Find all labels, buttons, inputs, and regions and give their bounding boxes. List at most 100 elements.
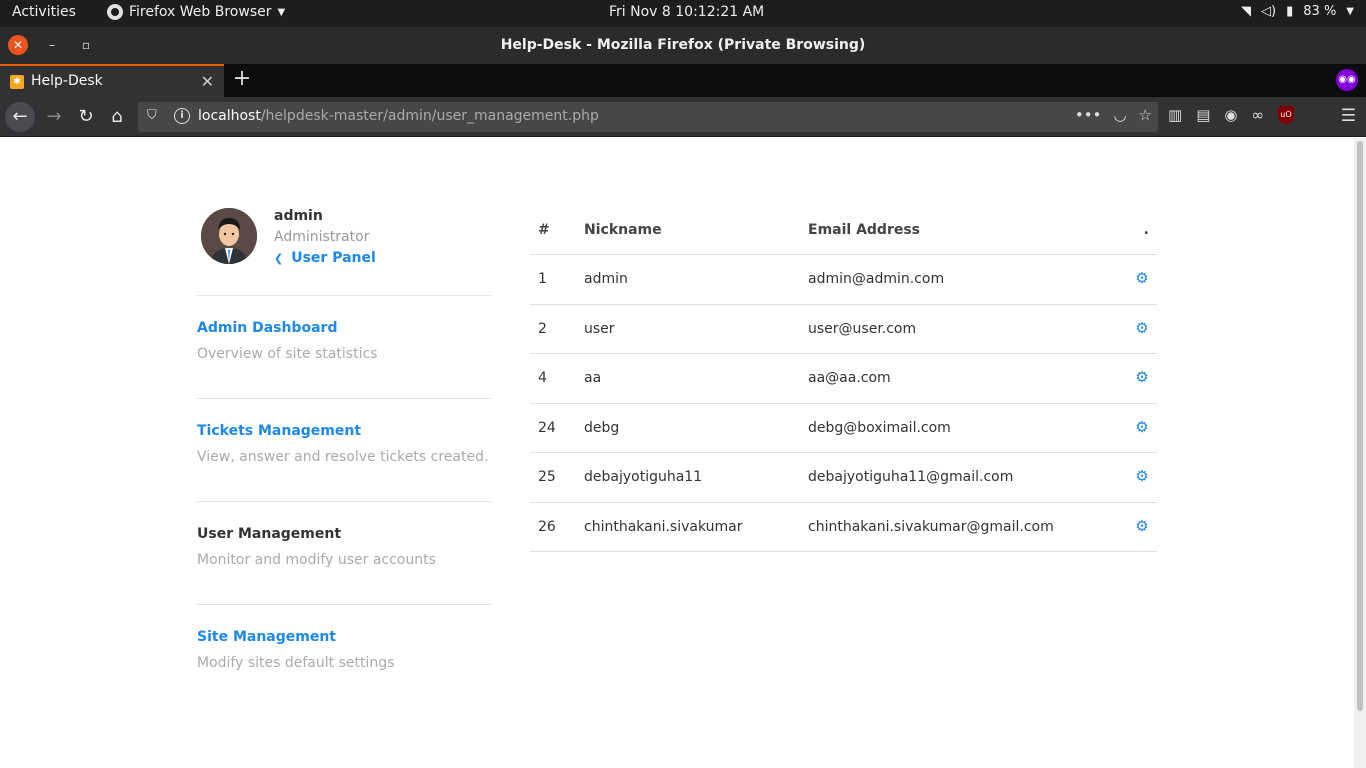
url-text[interactable]: localhost/helpdesk-master/admin/user_man… xyxy=(198,108,599,124)
app-name: Firefox Web Browser xyxy=(129,4,272,20)
system-top-bar: Activities Firefox Web Browser ▼ Fri Nov… xyxy=(0,0,1366,27)
forward-button[interactable]: → xyxy=(40,103,68,131)
page-scrollbar[interactable] xyxy=(1354,138,1366,768)
tracking-protection-shield-icon[interactable]: ⛉ xyxy=(147,108,161,124)
row-id: 26 xyxy=(538,518,556,535)
table-row: 4 aa aa@aa.com ⚙ xyxy=(530,354,1157,404)
page-actions-icon[interactable]: ••• xyxy=(1075,106,1102,124)
row-id: 24 xyxy=(538,419,556,436)
row-id: 25 xyxy=(538,469,556,485)
row-nickname: debg xyxy=(584,419,620,436)
firefox-icon xyxy=(107,4,123,20)
menu-item-tickets-management[interactable]: Tickets Management View, answer and reso… xyxy=(197,399,491,502)
row-nickname: debajyotiguha11 xyxy=(584,469,703,485)
row-nickname: admin xyxy=(584,271,628,287)
menu-item-title[interactable]: Admin Dashboard xyxy=(197,320,337,336)
library-icon[interactable]: ▥ xyxy=(1168,106,1182,124)
url-bar[interactable]: ⛉ i localhost/helpdesk-master/admin/user… xyxy=(138,102,1158,132)
table-row: 26 chinthakani.sivakumar chinthakani.siv… xyxy=(530,503,1157,552)
menu-item-title[interactable]: Tickets Management xyxy=(197,423,361,439)
account-icon[interactable]: ◉ xyxy=(1224,106,1237,124)
hamburger-menu-icon[interactable]: ☰ xyxy=(1341,106,1356,126)
sidebar-icon[interactable]: ▤ xyxy=(1196,106,1210,124)
header-id: # xyxy=(538,222,550,238)
bookmark-star-icon[interactable]: ☆ xyxy=(1139,106,1152,124)
url-actions: ••• ◡ ☆ xyxy=(1075,106,1152,124)
menu-item-user-management[interactable]: User Management Monitor and modify user … xyxy=(197,502,491,605)
private-mask-icon[interactable]: ∞ xyxy=(1251,106,1264,124)
gear-icon[interactable]: ⚙ xyxy=(1135,271,1149,286)
site-favicon-icon: ✱ xyxy=(10,75,24,89)
table-row: 1 admin admin@admin.com ⚙ xyxy=(530,255,1157,305)
row-nickname: aa xyxy=(584,370,602,386)
new-tab-button[interactable]: + xyxy=(230,67,254,91)
profile-role: Administrator xyxy=(274,229,370,245)
reload-button[interactable]: ↻ xyxy=(72,103,100,131)
activities-button[interactable]: Activities xyxy=(12,4,76,20)
menu-item-site-management[interactable]: Site Management Modify sites default set… xyxy=(197,605,491,708)
window-title: Help-Desk - Mozilla Firefox (Private Bro… xyxy=(500,37,866,53)
url-path: /helpdesk-master/admin/user_management.p… xyxy=(260,108,599,124)
tab-help-desk[interactable]: ✱ Help-Desk ✕ xyxy=(0,64,224,97)
url-host: localhost xyxy=(198,108,261,124)
close-tab-icon[interactable]: ✕ xyxy=(201,72,214,91)
table-row: 2 user user@user.com ⚙ xyxy=(530,305,1157,354)
gear-icon[interactable]: ⚙ xyxy=(1135,419,1149,434)
gear-icon[interactable]: ⚙ xyxy=(1135,469,1149,484)
app-menu[interactable]: Firefox Web Browser ▼ xyxy=(107,4,285,20)
row-nickname: chinthakani.sivakumar xyxy=(584,518,743,535)
header-email: Email Address xyxy=(808,222,921,238)
row-email: debg@boximail.com xyxy=(808,419,951,436)
chevron-left-icon: ❮ xyxy=(274,252,284,265)
clock[interactable]: Fri Nov 8 10:12:21 AM xyxy=(609,4,764,20)
row-email: user@user.com xyxy=(808,320,917,337)
row-email: aa@aa.com xyxy=(808,370,891,386)
wifi-icon: ◥ xyxy=(1241,4,1252,19)
gear-icon[interactable]: ⚙ xyxy=(1135,370,1149,385)
system-tray[interactable]: ◥ ◁) ▮ 83 % ▼ xyxy=(1241,4,1354,19)
menu-item-desc: View, answer and resolve tickets created… xyxy=(197,449,489,465)
site-info-icon[interactable]: i xyxy=(174,108,190,124)
header-nickname: Nickname xyxy=(584,222,662,238)
menu-item-desc: Monitor and modify user accounts xyxy=(197,552,436,568)
gear-icon[interactable]: ⚙ xyxy=(1135,518,1149,533)
scrollbar-thumb[interactable] xyxy=(1357,141,1363,711)
toolbar-extensions: ▥ ▤ ◉ ∞ uO xyxy=(1168,106,1294,124)
tab-label: Help-Desk xyxy=(31,73,103,89)
row-email: admin@admin.com xyxy=(808,271,945,287)
tab-strip: ✱ Help-Desk ✕ + ◉◉ xyxy=(0,64,1366,97)
chevron-down-icon: ▼ xyxy=(1346,6,1354,17)
menu-item-desc: Overview of site statistics xyxy=(197,346,378,362)
menu-item-desc: Modify sites default settings xyxy=(197,655,395,671)
chevron-down-icon: ▼ xyxy=(277,6,286,18)
navigation-toolbar: ← → ↻ ⌂ ⛉ i localhost/helpdesk-master/ad… xyxy=(0,97,1366,137)
menu-item-admin-dashboard[interactable]: Admin Dashboard Overview of site statist… xyxy=(197,296,491,399)
home-button[interactable]: ⌂ xyxy=(103,103,131,131)
users-table: # Nickname Email Address . 1 admin admin… xyxy=(530,208,1157,552)
battery-icon: ▮ xyxy=(1286,4,1294,19)
user-panel-link[interactable]: ❮ User Panel xyxy=(274,250,376,266)
back-button[interactable]: ← xyxy=(5,102,35,132)
volume-icon: ◁) xyxy=(1261,4,1277,19)
menu-item-title[interactable]: User Management xyxy=(197,526,341,542)
profile-card: admin Administrator ❮ User Panel xyxy=(197,208,491,296)
avatar xyxy=(201,208,257,264)
row-id: 2 xyxy=(538,320,547,337)
user-panel-label: User Panel xyxy=(291,250,376,266)
window-title-bar: ✕ – ▫ Help-Desk - Mozilla Firefox (Priva… xyxy=(0,27,1366,64)
table-header: # Nickname Email Address . xyxy=(530,208,1157,255)
page-content: admin Administrator ❮ User Panel Admin Da… xyxy=(0,138,1354,768)
private-browsing-icon: ◉◉ xyxy=(1336,69,1358,91)
row-email: chinthakani.sivakumar@gmail.com xyxy=(808,518,1054,535)
table-row: 25 debajyotiguha11 debajyotiguha11@gmail… xyxy=(530,453,1157,503)
user-avatar-icon xyxy=(201,208,257,264)
pocket-icon[interactable]: ◡ xyxy=(1113,106,1126,124)
row-id: 1 xyxy=(538,271,547,287)
battery-percent: 83 % xyxy=(1303,4,1337,19)
gear-icon[interactable]: ⚙ xyxy=(1135,320,1149,335)
ublock-origin-icon[interactable]: uO xyxy=(1277,106,1294,124)
menu-item-title[interactable]: Site Management xyxy=(197,629,336,645)
row-nickname: user xyxy=(584,320,615,337)
row-id: 4 xyxy=(538,370,547,386)
profile-name: admin xyxy=(274,208,323,224)
